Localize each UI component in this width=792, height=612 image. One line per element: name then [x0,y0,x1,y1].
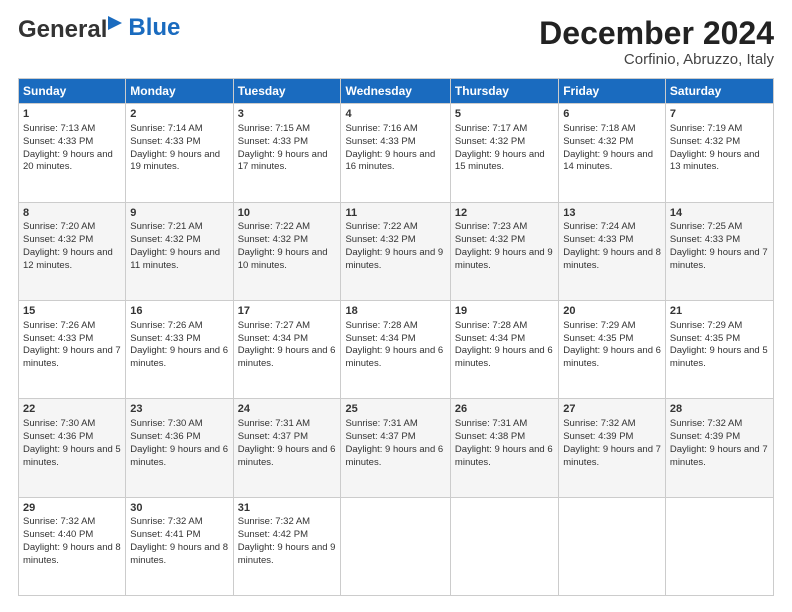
weekday-header-row: Sunday Monday Tuesday Wednesday Thursday… [19,79,774,104]
empty-cell [559,497,666,595]
day-19: 19Sunrise: 7:28 AMSunset: 4:34 PMDayligh… [450,300,558,398]
day-24: 24Sunrise: 7:31 AMSunset: 4:37 PMDayligh… [233,399,341,497]
day-2: 2Sunrise: 7:14 AMSunset: 4:33 PMDaylight… [126,104,233,202]
month-title: December 2024 [539,16,774,51]
logo-blue: Blue [128,16,180,40]
day-25: 25Sunrise: 7:31 AMSunset: 4:37 PMDayligh… [341,399,450,497]
day-22: 22Sunrise: 7:30 AMSunset: 4:36 PMDayligh… [19,399,126,497]
logo-general: General [18,16,107,44]
day-16: 16Sunrise: 7:26 AMSunset: 4:33 PMDayligh… [126,300,233,398]
day-17: 17Sunrise: 7:27 AMSunset: 4:34 PMDayligh… [233,300,341,398]
day-26: 26Sunrise: 7:31 AMSunset: 4:38 PMDayligh… [450,399,558,497]
title-block: December 2024 Corfinio, Abruzzo, Italy [539,16,774,68]
day-9: 9Sunrise: 7:21 AMSunset: 4:32 PMDaylight… [126,202,233,300]
day-8: 8Sunrise: 7:20 AMSunset: 4:32 PMDaylight… [19,202,126,300]
header-saturday: Saturday [665,79,773,104]
day-12: 12Sunrise: 7:23 AMSunset: 4:32 PMDayligh… [450,202,558,300]
day-13: 13Sunrise: 7:24 AMSunset: 4:33 PMDayligh… [559,202,666,300]
day-7: 7Sunrise: 7:19 AMSunset: 4:32 PMDaylight… [665,104,773,202]
empty-cell [450,497,558,595]
header-monday: Monday [126,79,233,104]
day-28: 28Sunrise: 7:32 AMSunset: 4:39 PMDayligh… [665,399,773,497]
calendar-table: Sunday Monday Tuesday Wednesday Thursday… [18,78,774,596]
day-3: 3Sunrise: 7:15 AMSunset: 4:33 PMDaylight… [233,104,341,202]
day-11: 11Sunrise: 7:22 AMSunset: 4:32 PMDayligh… [341,202,450,300]
day-21: 21Sunrise: 7:29 AMSunset: 4:35 PMDayligh… [665,300,773,398]
day-30: 30Sunrise: 7:32 AMSunset: 4:41 PMDayligh… [126,497,233,595]
day-4: 4Sunrise: 7:16 AMSunset: 4:33 PMDaylight… [341,104,450,202]
table-row: 29Sunrise: 7:32 AMSunset: 4:40 PMDayligh… [19,497,774,595]
day-20: 20Sunrise: 7:29 AMSunset: 4:35 PMDayligh… [559,300,666,398]
location: Corfinio, Abruzzo, Italy [539,51,774,68]
table-row: 8Sunrise: 7:20 AMSunset: 4:32 PMDaylight… [19,202,774,300]
day-18: 18Sunrise: 7:28 AMSunset: 4:34 PMDayligh… [341,300,450,398]
empty-cell [665,497,773,595]
page: General Blue December 2024 Corfinio, Abr… [0,0,792,612]
day-15: 15Sunrise: 7:26 AMSunset: 4:33 PMDayligh… [19,300,126,398]
day-6: 6Sunrise: 7:18 AMSunset: 4:32 PMDaylight… [559,104,666,202]
day-1: 1Sunrise: 7:13 AMSunset: 4:33 PMDaylight… [19,104,126,202]
empty-cell [341,497,450,595]
day-31: 31Sunrise: 7:32 AMSunset: 4:42 PMDayligh… [233,497,341,595]
day-23: 23Sunrise: 7:30 AMSunset: 4:36 PMDayligh… [126,399,233,497]
header-sunday: Sunday [19,79,126,104]
day-5: 5Sunrise: 7:17 AMSunset: 4:32 PMDaylight… [450,104,558,202]
logo-flag-icon [108,16,126,34]
header-thursday: Thursday [450,79,558,104]
header-tuesday: Tuesday [233,79,341,104]
header: General Blue December 2024 Corfinio, Abr… [18,16,774,68]
table-row: 22Sunrise: 7:30 AMSunset: 4:36 PMDayligh… [19,399,774,497]
table-row: 15Sunrise: 7:26 AMSunset: 4:33 PMDayligh… [19,300,774,398]
day-10: 10Sunrise: 7:22 AMSunset: 4:32 PMDayligh… [233,202,341,300]
day-27: 27Sunrise: 7:32 AMSunset: 4:39 PMDayligh… [559,399,666,497]
day-14: 14Sunrise: 7:25 AMSunset: 4:33 PMDayligh… [665,202,773,300]
table-row: 1Sunrise: 7:13 AMSunset: 4:33 PMDaylight… [19,104,774,202]
day-29: 29Sunrise: 7:32 AMSunset: 4:40 PMDayligh… [19,497,126,595]
header-friday: Friday [559,79,666,104]
header-wednesday: Wednesday [341,79,450,104]
logo: General Blue [18,16,180,44]
